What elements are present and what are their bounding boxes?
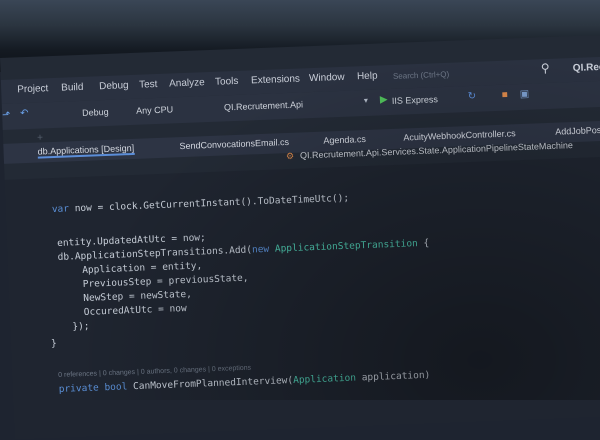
code-keyword: bool bbox=[98, 381, 128, 394]
code-line: PreviousStep = previousState, bbox=[82, 272, 249, 290]
code-type: ApplicationStepTransition bbox=[268, 238, 419, 255]
tab-addjobposition[interactable]: AddJobPositi bbox=[555, 125, 600, 137]
run-button[interactable]: IIS Express bbox=[392, 94, 438, 106]
save-icon[interactable]: ⬏ bbox=[2, 110, 11, 121]
search-input[interactable]: Search (Ctrl+Q) bbox=[393, 70, 450, 81]
menu-window[interactable]: Window bbox=[309, 72, 345, 84]
code-keyword: new bbox=[251, 243, 270, 256]
refresh-icon[interactable]: ↻ bbox=[468, 91, 477, 102]
search-icon[interactable]: ⚲ bbox=[541, 61, 550, 75]
code-line: var now = clock.GetCurrentInstant().ToDa… bbox=[52, 193, 350, 215]
play-icon[interactable]: ▶ bbox=[380, 94, 388, 105]
code-line: }); bbox=[72, 320, 90, 333]
startup-project-dropdown[interactable]: QI.Recrutement.Api bbox=[224, 99, 303, 112]
menu-build[interactable]: Build bbox=[61, 82, 84, 94]
code-keyword: private bbox=[58, 382, 99, 395]
menu-debug[interactable]: Debug bbox=[99, 80, 129, 92]
config-dropdown[interactable]: Debug bbox=[82, 107, 109, 118]
extension-icon[interactable]: ■ bbox=[502, 90, 508, 101]
menu-test[interactable]: Test bbox=[139, 79, 158, 91]
menu-tools[interactable]: Tools bbox=[215, 76, 239, 88]
code-line: Application = entity, bbox=[82, 260, 203, 276]
platform-dropdown[interactable]: Any CPU bbox=[136, 104, 173, 115]
code-text: now = clock.GetCurrentInstant().ToDateTi… bbox=[68, 192, 350, 215]
code-text: { bbox=[417, 237, 430, 250]
tab-sendconvocations[interactable]: SendConvocationsEmail.cs bbox=[179, 137, 289, 151]
window-title: QI.Recr bbox=[572, 61, 600, 75]
code-type: Application bbox=[292, 372, 357, 386]
code-text: application) bbox=[355, 369, 431, 384]
menu-analyze[interactable]: Analyze bbox=[169, 77, 205, 89]
tab-db-applications[interactable]: db.Applications [Design] bbox=[37, 142, 135, 159]
window-layout-icon[interactable]: ▣ bbox=[520, 89, 530, 100]
class-icon: ⚙ bbox=[285, 150, 295, 162]
code-line: NewStep = newState, bbox=[83, 288, 193, 304]
menu-help[interactable]: Help bbox=[357, 71, 378, 83]
code-editor[interactable]: var now = clock.GetCurrentInstant().ToDa… bbox=[4, 156, 600, 440]
code-keyword: var bbox=[51, 203, 70, 216]
chevron-down-icon[interactable]: ▾ bbox=[364, 96, 368, 105]
code-text: CanMoveFromPlannedInterview( bbox=[127, 374, 294, 393]
code-line: OccuredAtUtc = now bbox=[83, 303, 187, 318]
tab-acuity-webhook[interactable]: AcuityWebhookController.cs bbox=[403, 128, 516, 142]
tab-agenda[interactable]: Agenda.cs bbox=[323, 134, 366, 146]
ide-window: Project Build Debug Test Analyze Tools E… bbox=[0, 34, 600, 440]
undo-icon[interactable]: ↶ bbox=[20, 108, 29, 119]
menu-extensions[interactable]: Extensions bbox=[251, 74, 300, 87]
menu-project[interactable]: Project bbox=[17, 83, 49, 95]
code-line: } bbox=[50, 338, 57, 350]
